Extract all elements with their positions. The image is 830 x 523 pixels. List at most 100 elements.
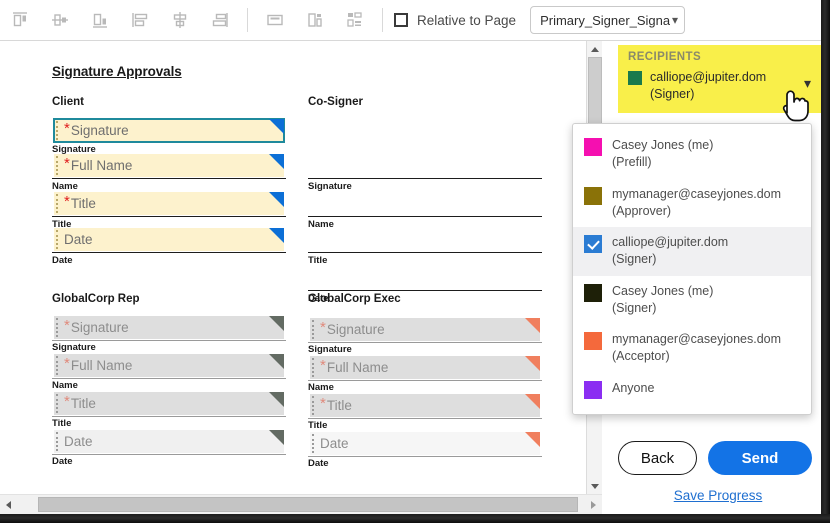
application-window: Relative to Page Primary_Signer_Signat ▾… <box>0 0 830 523</box>
scroll-right-arrow-icon[interactable] <box>585 495 602 514</box>
field-placeholder: Date <box>64 232 93 247</box>
field-rep-signature[interactable]: * Signature <box>54 316 284 339</box>
align-bottom-icon[interactable] <box>80 4 120 36</box>
recipient-option[interactable]: mymanager@caseyjones.dom (Acceptor) <box>573 324 811 373</box>
align-top-icon[interactable] <box>0 4 40 36</box>
distribute-vertical-icon[interactable] <box>295 4 335 36</box>
field-underline <box>52 252 286 253</box>
cosigner-rule-signature <box>308 178 542 179</box>
field-label-date: Date <box>52 456 73 467</box>
distribute-horizontal-icon[interactable] <box>255 4 295 36</box>
recipients-label: RECIPIENTS <box>628 51 813 63</box>
alignment-toolbar: Relative to Page Primary_Signer_Signat ▾ <box>0 0 821 41</box>
selected-recipient-text: calliope@jupiter.dom (Signer) <box>650 69 766 103</box>
align-right-icon[interactable] <box>200 4 240 36</box>
toolbar-separator <box>247 8 248 32</box>
recipient-option-selected[interactable]: calliope@jupiter.dom (Signer) <box>573 227 811 276</box>
align-middle-horizontal-icon[interactable] <box>40 4 80 36</box>
document-canvas[interactable]: Signature Approvals Client * Signature S… <box>0 41 586 494</box>
window-frame-right <box>821 0 830 523</box>
field-corner-flag-icon <box>525 318 540 333</box>
field-corner-flag-icon <box>525 394 540 409</box>
field-placeholder: Signature <box>71 123 129 138</box>
recipient-option-role: (Signer) <box>612 301 656 315</box>
field-label-title: Title <box>52 418 71 429</box>
field-placeholder: Title <box>71 196 96 211</box>
field-exec-name[interactable]: * Full Name <box>310 356 540 379</box>
recipient-option-email: Casey Jones (me) <box>612 138 713 152</box>
field-underline <box>52 178 286 179</box>
recipient-option-role: (Approver) <box>612 204 671 218</box>
scroll-up-arrow-icon[interactable] <box>587 41 603 57</box>
selected-recipient-role: (Signer) <box>650 87 694 101</box>
recipient-option-text: calliope@jupiter.dom (Signer) <box>612 234 728 269</box>
recipient-option[interactable]: Casey Jones (me) (Prefill) <box>573 130 811 179</box>
recipient-option-email: Anyone <box>612 381 654 395</box>
recipient-color-swatch <box>584 187 602 205</box>
field-client-title[interactable]: * Title <box>54 192 284 215</box>
recipients-header-card[interactable]: RECIPIENTS calliope@jupiter.dom (Signer)… <box>618 45 821 113</box>
field-grip-icon <box>56 356 59 375</box>
recipient-option[interactable]: Casey Jones (me) (Signer) <box>573 276 811 325</box>
field-rep-name[interactable]: * Full Name <box>54 354 284 377</box>
field-underline <box>52 416 286 417</box>
recipient-color-swatch <box>628 71 642 85</box>
field-corner-flag-icon <box>269 228 284 243</box>
field-placeholder: Date <box>320 436 349 451</box>
field-placeholder: Full Name <box>71 358 133 373</box>
recipient-option[interactable]: mymanager@caseyjones.dom (Approver) <box>573 179 811 228</box>
field-label-name: Name <box>308 382 334 393</box>
selected-recipient-row[interactable]: calliope@jupiter.dom (Signer) <box>628 69 813 103</box>
field-grip-icon <box>56 121 59 140</box>
field-exec-title[interactable]: * Title <box>310 394 540 417</box>
field-client-name[interactable]: * Full Name <box>54 154 284 177</box>
chevron-down-icon[interactable]: ▾ <box>804 75 811 92</box>
section-heading-client: Client <box>52 96 84 108</box>
document-horizontal-scrollbar[interactable] <box>0 494 602 514</box>
field-exec-date[interactable]: Date <box>310 432 540 455</box>
field-label-title: Title <box>308 255 327 266</box>
field-name-select[interactable]: Primary_Signer_Signat ▾ <box>530 6 685 34</box>
field-grip-icon <box>312 358 315 377</box>
recipient-option-text: Anyone <box>612 380 654 397</box>
field-label-signature: Signature <box>308 344 352 355</box>
footer-button-row: Back Send <box>618 441 818 475</box>
back-button[interactable]: Back <box>618 441 697 475</box>
field-rep-title[interactable]: * Title <box>54 392 284 415</box>
required-asterisk-icon: * <box>320 396 326 411</box>
save-progress-link[interactable]: Save Progress <box>618 488 818 503</box>
recipient-option-text: mymanager@caseyjones.dom (Acceptor) <box>612 331 781 366</box>
required-asterisk-icon: * <box>64 318 70 333</box>
recipient-color-swatch <box>584 381 602 399</box>
recipient-option[interactable]: Anyone <box>573 373 811 406</box>
field-exec-signature[interactable]: * Signature <box>310 318 540 341</box>
field-placeholder: Title <box>71 396 96 411</box>
field-label-date: Date <box>308 458 329 469</box>
field-underline <box>52 340 286 341</box>
field-grip-icon <box>56 432 59 451</box>
scroll-down-arrow-icon[interactable] <box>587 478 603 494</box>
make-same-size-icon[interactable] <box>335 4 375 36</box>
field-placeholder: Full Name <box>71 158 133 173</box>
section-heading-globalcorp-exec: GlobalCorp Exec <box>308 293 401 305</box>
recipient-option-text: mymanager@caseyjones.dom (Approver) <box>612 186 781 221</box>
field-label-title: Title <box>308 420 327 431</box>
field-grip-icon <box>56 156 59 175</box>
align-center-icon[interactable] <box>160 4 200 36</box>
field-label-name: Name <box>52 181 78 192</box>
required-asterisk-icon: * <box>64 194 70 209</box>
relative-to-page-checkbox[interactable]: Relative to Page <box>394 13 516 28</box>
field-client-signature[interactable]: * Signature <box>54 119 284 142</box>
align-left-icon[interactable] <box>120 4 160 36</box>
field-placeholder: Signature <box>327 322 385 337</box>
horizontal-scroll-thumb[interactable] <box>38 497 578 512</box>
field-grip-icon <box>312 396 315 415</box>
field-underline <box>308 418 542 419</box>
send-button[interactable]: Send <box>708 441 812 475</box>
recipient-option-email: Casey Jones (me) <box>612 284 713 298</box>
field-client-date[interactable]: Date <box>54 228 284 251</box>
field-underline <box>52 378 286 379</box>
field-rep-date[interactable]: Date <box>54 430 284 453</box>
field-corner-flag-icon <box>269 392 284 407</box>
scroll-left-arrow-icon[interactable] <box>0 495 17 514</box>
